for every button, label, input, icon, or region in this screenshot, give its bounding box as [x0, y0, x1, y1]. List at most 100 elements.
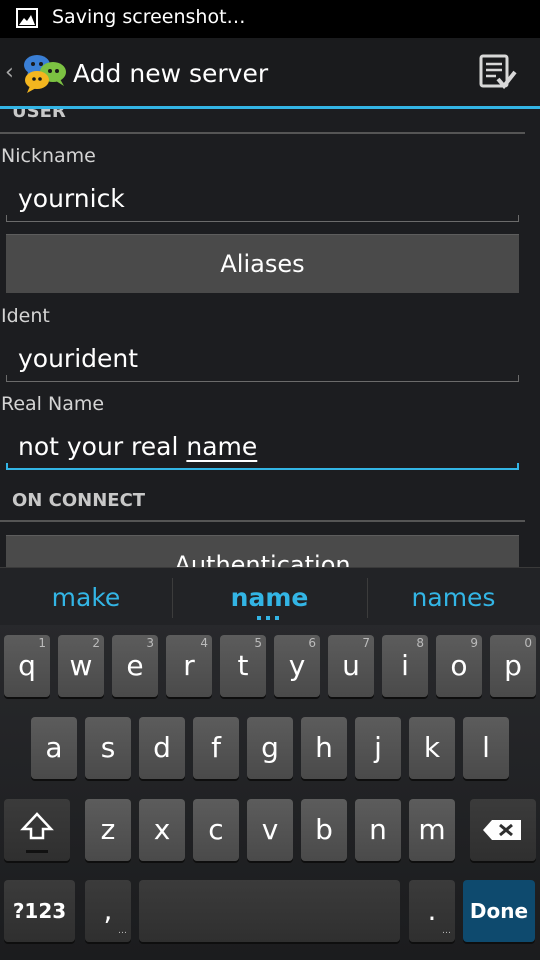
- key-x[interactable]: x: [139, 799, 185, 861]
- key-t[interactable]: t5: [220, 635, 266, 697]
- key-label: a: [45, 731, 63, 764]
- key-hint: 2: [92, 636, 100, 650]
- key-q[interactable]: q1: [4, 635, 50, 697]
- key-label: t: [237, 649, 249, 682]
- section-divider: [0, 520, 525, 522]
- ident-field[interactable]: yourident: [6, 338, 519, 382]
- shift-key[interactable]: [4, 799, 70, 861]
- comma-key[interactable]: , …: [85, 880, 131, 942]
- key-hint: 7: [362, 636, 370, 650]
- shift-icon: [20, 812, 54, 840]
- key-label: c: [208, 813, 224, 846]
- soft-keyboard[interactable]: make name names ?123 , … . … Done q1w2e3…: [0, 567, 540, 960]
- key-h[interactable]: h: [301, 717, 347, 779]
- key-hint: 1: [38, 636, 46, 650]
- key-label: g: [261, 731, 279, 764]
- comma-key-label: ,: [103, 894, 113, 927]
- key-hint: 8: [416, 636, 424, 650]
- key-label: j: [374, 731, 382, 764]
- more-suggestions-indicator: [257, 616, 281, 620]
- key-hint: 5: [254, 636, 262, 650]
- real-name-label: Real Name: [1, 393, 105, 415]
- aliases-button[interactable]: Aliases: [6, 234, 519, 293]
- key-d[interactable]: d: [139, 717, 185, 779]
- app-logo-icon[interactable]: [18, 52, 68, 94]
- authentication-button[interactable]: Authentication: [6, 535, 519, 567]
- key-m[interactable]: m: [409, 799, 455, 861]
- checklist-save-icon: [479, 54, 517, 90]
- suggestion-left[interactable]: make: [0, 583, 172, 612]
- key-j[interactable]: j: [355, 717, 401, 779]
- suggestion-strip: make name names: [0, 567, 540, 625]
- status-bar: Saving screenshot…: [0, 0, 540, 38]
- key-hint: 6: [308, 636, 316, 650]
- key-v[interactable]: v: [247, 799, 293, 861]
- composing-word: name: [186, 432, 258, 461]
- key-label: n: [369, 813, 387, 846]
- key-label: f: [211, 731, 221, 764]
- period-key[interactable]: . …: [409, 880, 455, 942]
- key-o[interactable]: o9: [436, 635, 482, 697]
- nickname-value: yournick: [18, 184, 125, 213]
- key-k[interactable]: k: [409, 717, 455, 779]
- key-label: m: [418, 813, 446, 846]
- key-c[interactable]: c: [193, 799, 239, 861]
- key-e[interactable]: e3: [112, 635, 158, 697]
- key-label: z: [100, 813, 116, 846]
- key-y[interactable]: y6: [274, 635, 320, 697]
- key-label: q: [18, 649, 36, 682]
- section-divider: [0, 132, 525, 134]
- real-name-field[interactable]: not your real name: [6, 426, 519, 470]
- key-label: i: [401, 649, 409, 682]
- ident-value: yourident: [18, 344, 139, 373]
- done-key[interactable]: Done: [463, 880, 535, 942]
- key-w[interactable]: w2: [58, 635, 104, 697]
- key-z[interactable]: z: [85, 799, 131, 861]
- key-n[interactable]: n: [355, 799, 401, 861]
- key-label: s: [100, 731, 116, 764]
- key-label: o: [450, 649, 468, 682]
- key-f[interactable]: f: [193, 717, 239, 779]
- server-form[interactable]: USER Nickname yournick Aliases Ident you…: [0, 109, 540, 567]
- key-p[interactable]: p0: [490, 635, 536, 697]
- key-label: u: [342, 649, 360, 682]
- key-label: b: [315, 813, 333, 846]
- key-label: d: [153, 731, 171, 764]
- backspace-icon: [483, 820, 521, 840]
- real-name-text: not your real: [18, 432, 187, 461]
- nickname-field[interactable]: yournick: [6, 178, 519, 222]
- key-b[interactable]: b: [301, 799, 347, 861]
- real-name-value: not your real name: [18, 432, 257, 461]
- save-server-button[interactable]: [474, 52, 520, 94]
- key-hint: 3: [146, 636, 154, 650]
- key-r[interactable]: r4: [166, 635, 212, 697]
- section-header-user: USER: [12, 109, 66, 122]
- key-a[interactable]: a: [31, 717, 77, 779]
- space-key[interactable]: [139, 880, 400, 942]
- period-key-label: .: [427, 894, 437, 927]
- key-label: v: [261, 813, 279, 846]
- key-hint: 9: [470, 636, 478, 650]
- key-u[interactable]: u7: [328, 635, 374, 697]
- key-label: e: [126, 649, 144, 682]
- key-label: p: [504, 649, 522, 682]
- key-s[interactable]: s: [85, 717, 131, 779]
- key-label: y: [288, 649, 306, 682]
- key-label: k: [423, 731, 441, 764]
- ident-label: Ident: [1, 305, 50, 327]
- key-g[interactable]: g: [247, 717, 293, 779]
- suggestion-right[interactable]: names: [367, 583, 540, 612]
- suggestion-center[interactable]: name: [172, 583, 367, 612]
- key-label: r: [183, 649, 195, 682]
- status-notification-text: Saving screenshot…: [52, 6, 246, 28]
- key-label: l: [482, 731, 490, 764]
- up-navigation-icon[interactable]: ‹: [5, 60, 14, 85]
- key-label: x: [153, 813, 171, 846]
- symbols-key[interactable]: ?123: [4, 880, 75, 942]
- image-icon: [16, 8, 38, 28]
- key-i[interactable]: i8: [382, 635, 428, 697]
- key-l[interactable]: l: [463, 717, 509, 779]
- key-hint: 4: [200, 636, 208, 650]
- screen-title: Add new server: [73, 59, 269, 88]
- backspace-key[interactable]: [470, 799, 536, 861]
